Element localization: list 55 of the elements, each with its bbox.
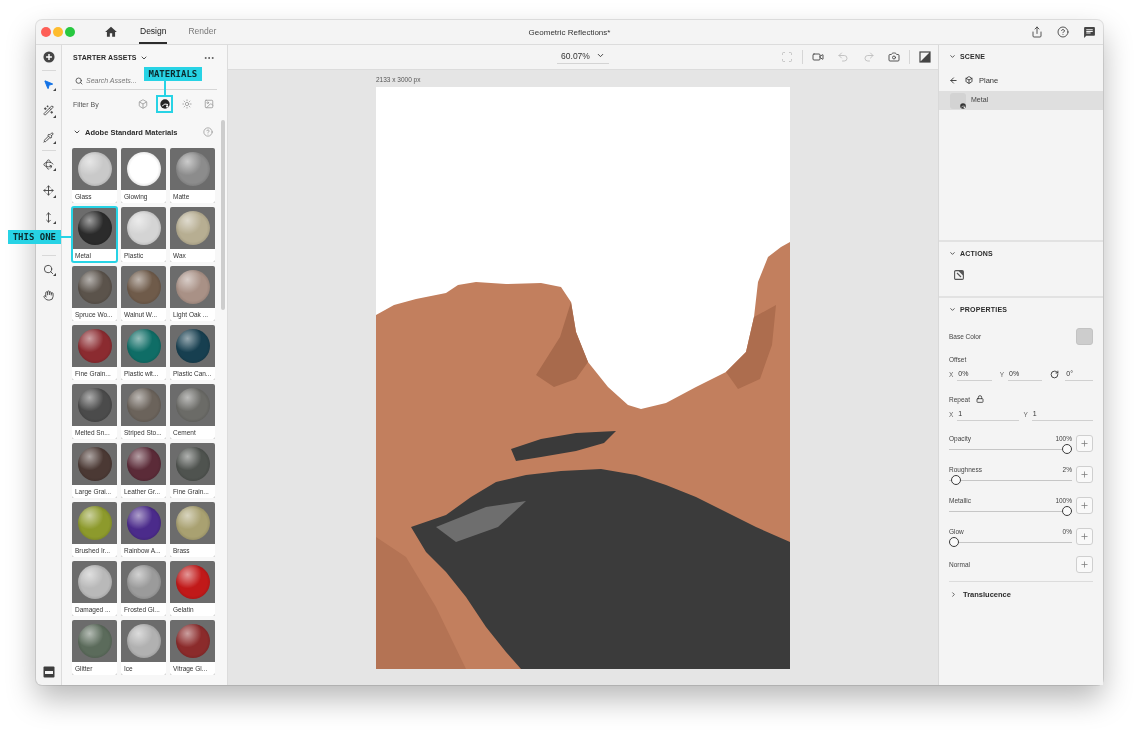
home-icon[interactable] <box>104 25 118 39</box>
chevron-down-icon <box>949 306 956 313</box>
chevron-down-icon <box>949 53 956 60</box>
rotate-icon <box>1050 369 1060 379</box>
share-icon[interactable] <box>1031 26 1043 38</box>
add-button[interactable] <box>1076 465 1093 483</box>
tray-icon[interactable] <box>42 666 55 678</box>
lock-icon[interactable] <box>975 395 984 403</box>
magnifier-icon[interactable] <box>41 262 56 276</box>
material-ball-icon <box>159 99 170 109</box>
callout-leader-line <box>163 81 166 95</box>
help-icon[interactable] <box>1057 26 1069 38</box>
chat-bubble-icon[interactable] <box>1083 25 1096 39</box>
zoom-dropdown[interactable]: 60.07% <box>557 50 609 64</box>
chevron-down-icon <box>949 250 956 257</box>
callout-label: THIS ONE <box>7 230 61 244</box>
cube-icon <box>137 99 148 109</box>
hand-icon[interactable] <box>41 288 56 303</box>
add-button[interactable] <box>1076 556 1093 573</box>
close-window-icon[interactable] <box>41 27 51 37</box>
add-circle-icon[interactable] <box>41 50 56 64</box>
cube-icon <box>964 76 973 84</box>
chevron-down-icon <box>595 51 605 60</box>
video-camera-icon[interactable] <box>811 51 824 63</box>
slider-thumb[interactable] <box>951 475 962 485</box>
plus-icon <box>1080 560 1089 569</box>
mode-tab[interactable]: Render <box>187 20 218 44</box>
pointer-arrow-icon[interactable] <box>41 77 56 91</box>
plus-icon <box>1080 469 1089 479</box>
slider-thumb[interactable] <box>1062 506 1072 516</box>
slider-thumb[interactable] <box>1062 444 1072 454</box>
back-arrow-icon[interactable] <box>949 75 958 85</box>
chevron-right-icon <box>950 590 957 598</box>
search-icon <box>75 76 83 85</box>
image-icon <box>203 99 214 109</box>
callout-label: MATERIALS <box>143 67 203 81</box>
filter-button[interactable] <box>156 95 173 113</box>
plus-icon <box>1080 438 1089 448</box>
color-swatch-icon[interactable] <box>1076 327 1093 345</box>
plus-icon <box>1080 531 1089 541</box>
gradient-square-icon[interactable] <box>919 51 931 63</box>
chevron-down-icon <box>73 128 81 136</box>
camera-icon[interactable] <box>888 51 900 63</box>
magic-wand-icon[interactable] <box>41 103 56 118</box>
move-arrows-icon[interactable] <box>41 183 56 198</box>
scrollbar-thumb[interactable] <box>221 120 225 310</box>
add-button[interactable] <box>1076 527 1093 545</box>
orbit-arrows-icon[interactable] <box>41 157 56 171</box>
window-title: Geometric Reflections* <box>528 27 611 37</box>
sun-icon <box>181 99 192 109</box>
slider-thumb[interactable] <box>949 537 959 547</box>
plus-icon <box>1080 500 1089 510</box>
eyedropper-icon[interactable] <box>41 130 56 144</box>
square-diagonal-icon[interactable] <box>954 270 964 280</box>
material-swatch-icon <box>950 92 966 109</box>
